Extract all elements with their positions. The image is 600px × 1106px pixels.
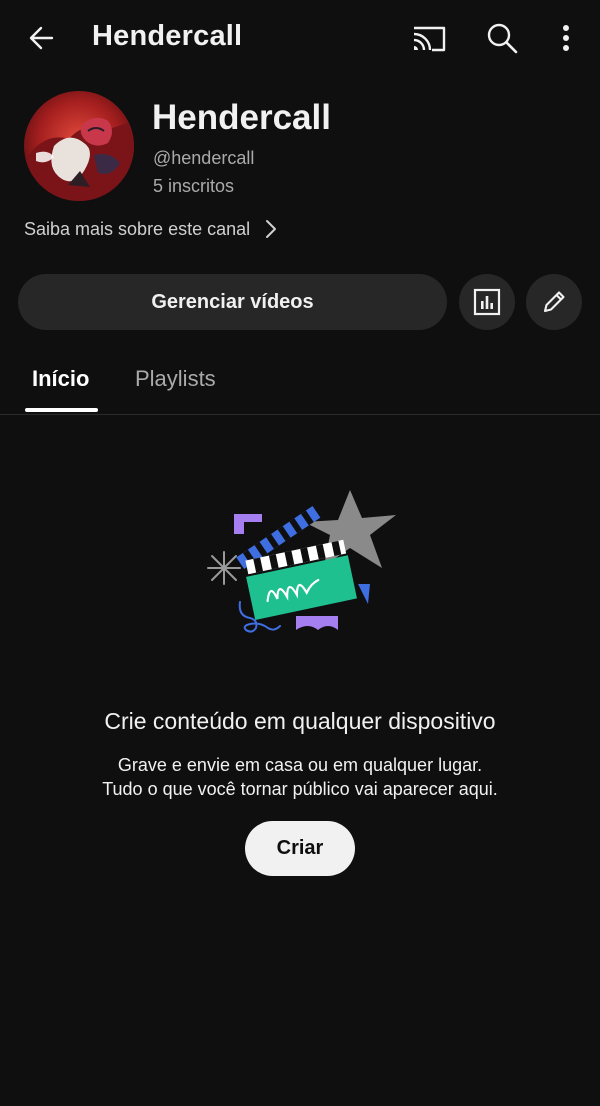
more-vert-icon[interactable] <box>548 16 584 60</box>
analytics-icon <box>473 288 501 316</box>
search-icon[interactable] <box>480 16 524 60</box>
analytics-button[interactable] <box>459 274 515 330</box>
top-app-bar: Hendercall <box>0 0 600 76</box>
about-channel-link[interactable]: Saiba mais sobre este canal <box>24 218 278 240</box>
clapperboard-illustration <box>200 480 410 650</box>
chevron-right-icon <box>266 220 277 238</box>
empty-state-line-1: Grave e envie em casa ou em qualquer lug… <box>117 755 483 775</box>
tab-inicio[interactable]: Início <box>32 366 89 392</box>
edit-channel-button[interactable] <box>526 274 582 330</box>
app-bar-title: Hendercall <box>92 20 243 52</box>
about-channel-label: Saiba mais sobre este canal <box>24 218 251 239</box>
empty-state-description: Grave e envie em casa ou em qualquer lug… <box>0 753 600 801</box>
empty-state-title: Crie conteúdo em qualquer dispositivo <box>104 708 496 734</box>
channel-avatar[interactable] <box>24 91 134 201</box>
back-arrow-icon[interactable] <box>22 18 62 58</box>
cast-icon[interactable] <box>406 18 450 58</box>
channel-name: Hendercall <box>152 98 331 137</box>
create-button[interactable]: Criar <box>245 821 355 876</box>
selected-tab-indicator <box>25 408 98 412</box>
empty-state-line-2: Tudo o que você tornar público vai apare… <box>102 779 498 799</box>
subscriber-count: 5 inscritos <box>153 176 235 196</box>
tabs-divider <box>0 414 600 415</box>
edit-pencil-icon <box>543 291 565 313</box>
tab-playlists[interactable]: Playlists <box>135 366 216 392</box>
manage-videos-button[interactable]: Gerenciar vídeos <box>18 274 447 330</box>
channel-handle: @hendercall <box>153 148 255 168</box>
